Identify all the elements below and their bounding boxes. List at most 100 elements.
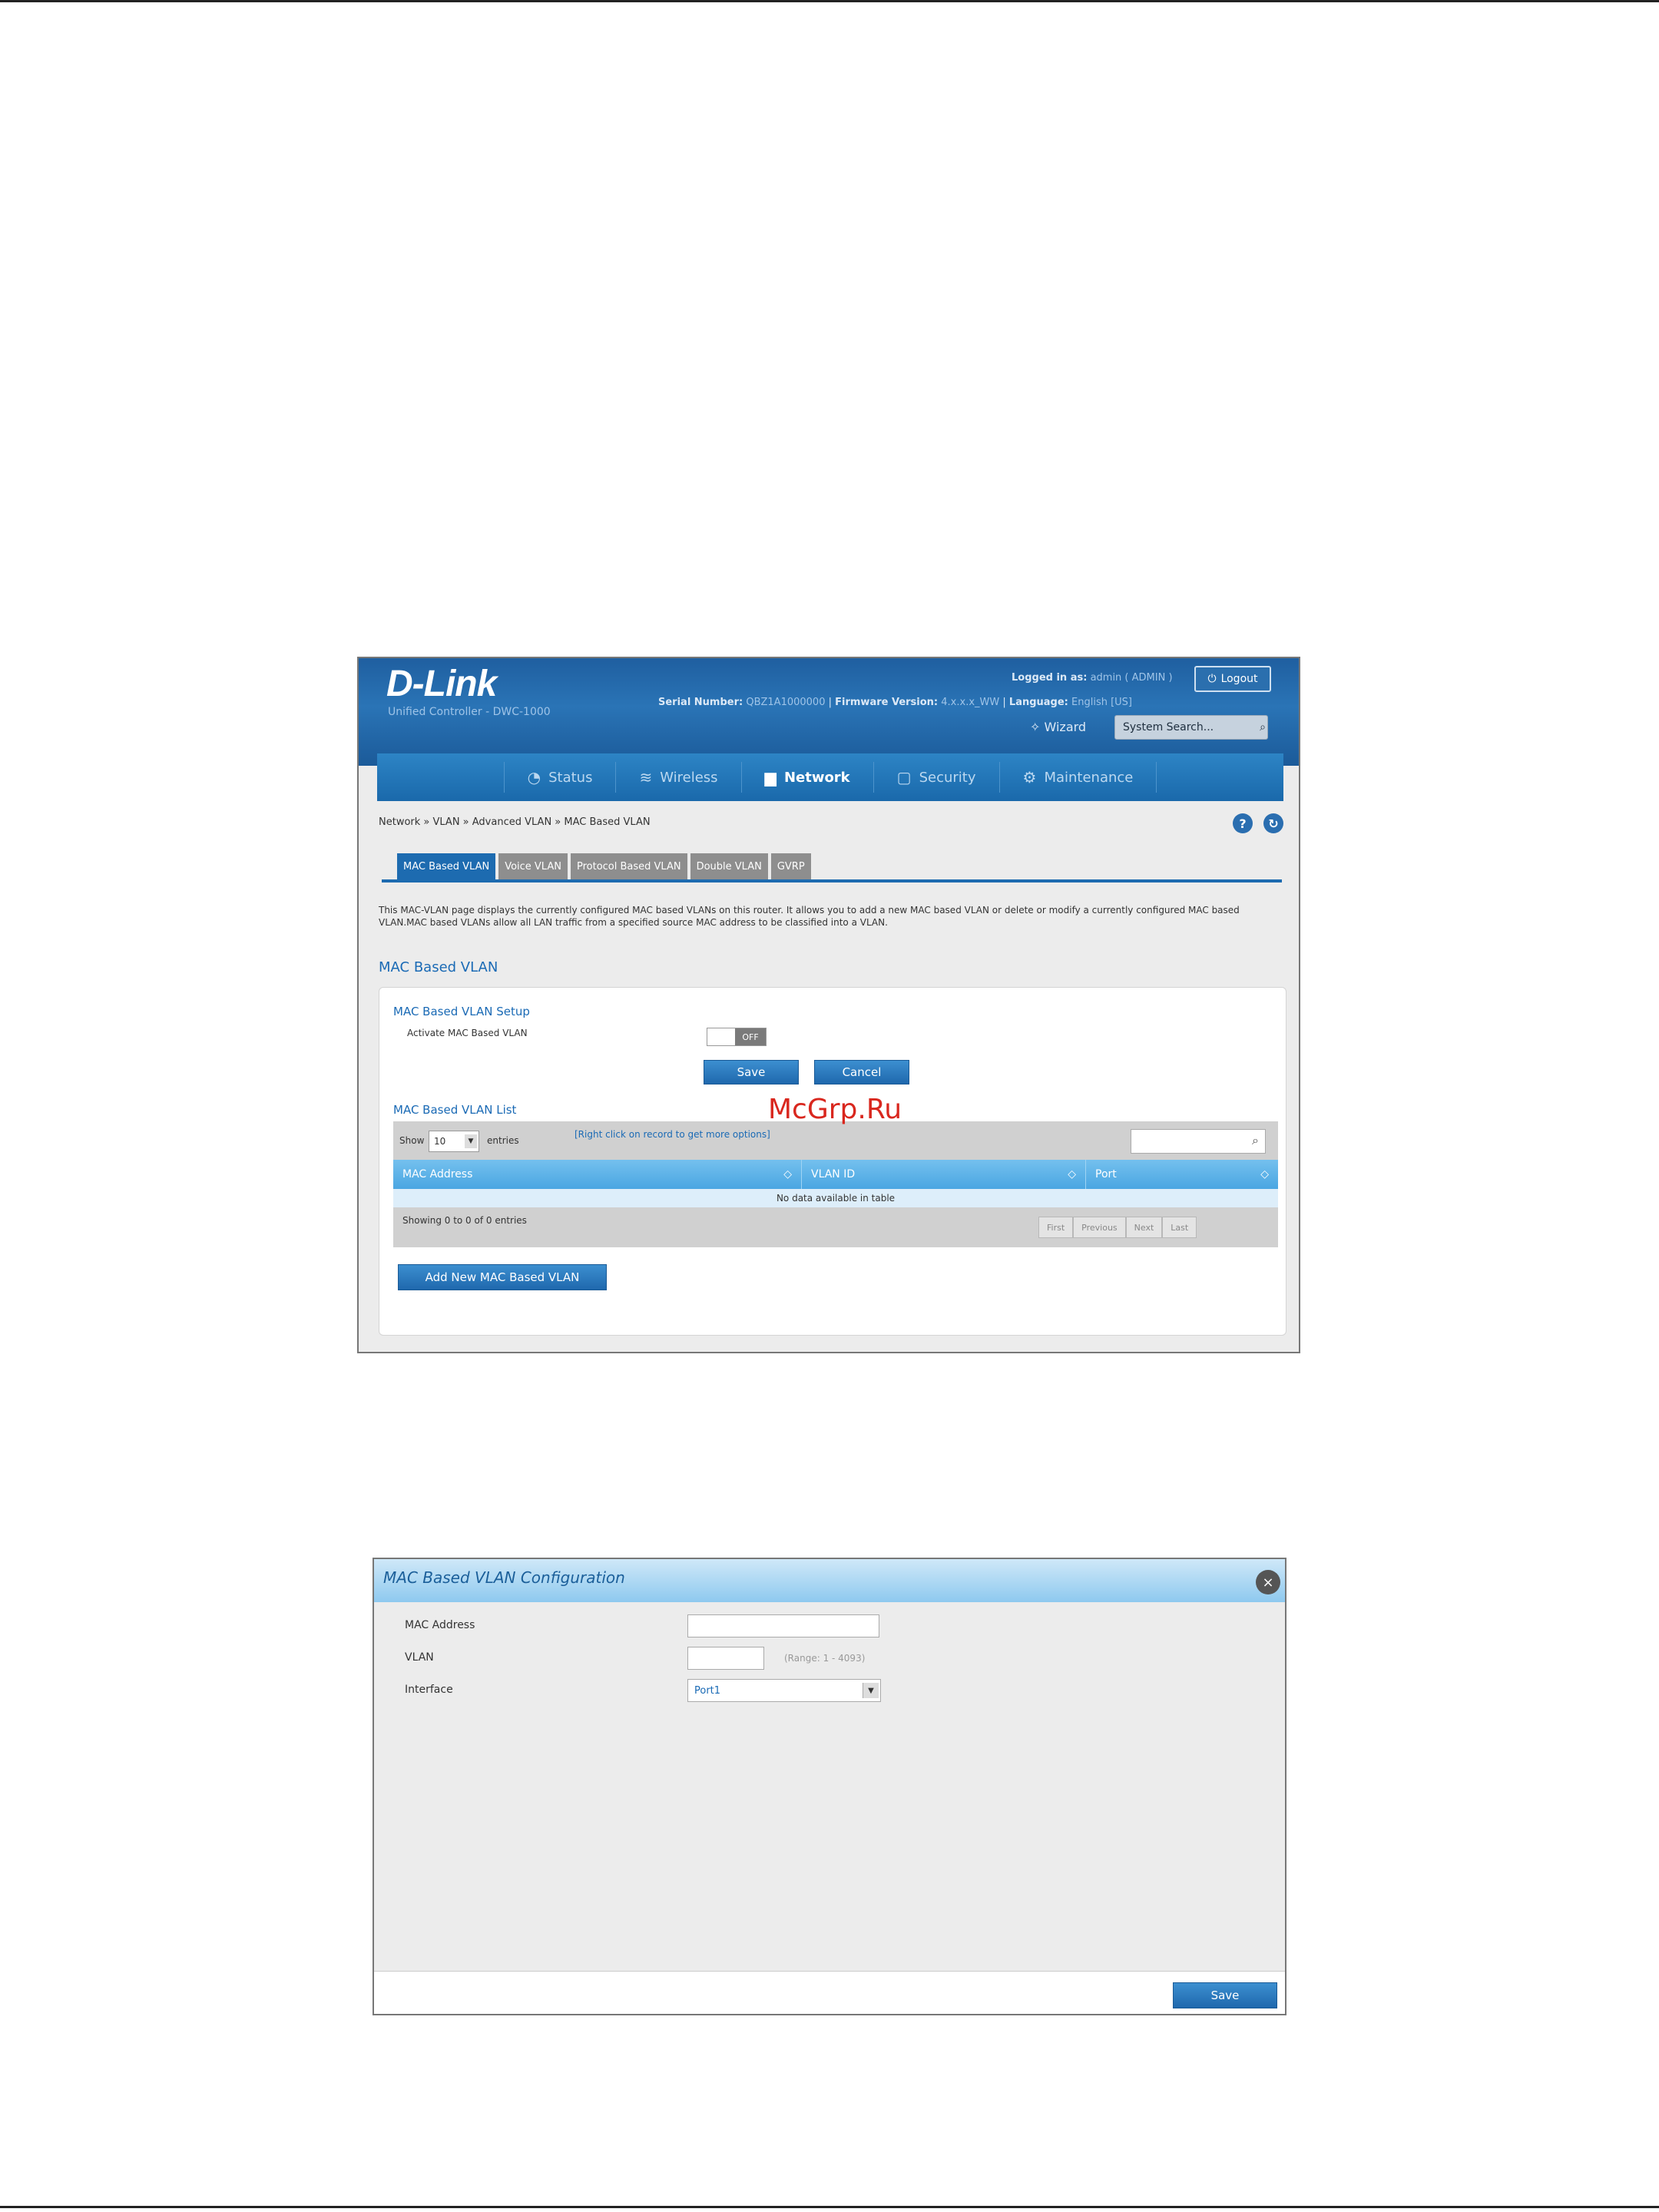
nav-security[interactable]: ▢ Security (873, 762, 999, 793)
column-vlan-id[interactable]: VLAN ID ◇ (802, 1160, 1086, 1189)
wifi-icon: ≋ (639, 768, 653, 786)
chevron-down-icon: ▼ (863, 1683, 879, 1698)
logout-button[interactable]: ⏻ Logout (1194, 666, 1271, 692)
toggle-on-side (707, 1028, 735, 1045)
tab-mac-based-vlan[interactable]: MAC Based VLAN (397, 853, 496, 879)
list-title: MAC Based VLAN List (393, 1103, 517, 1117)
vlan-range-hint: (Range: 1 - 4093) (784, 1653, 866, 1664)
product-subtitle: Unified Controller - DWC-1000 (388, 706, 551, 718)
sort-icon: ◇ (783, 1168, 792, 1181)
page-description: This MAC-VLAN page displays the currentl… (379, 905, 1240, 928)
empty-table-message: No data available in table (393, 1189, 1278, 1207)
dialog-title: MAC Based VLAN Configuration (383, 1568, 625, 1587)
logged-in-label: Logged in as: (1012, 672, 1088, 684)
activate-label: Activate MAC Based VLAN (407, 1028, 528, 1038)
table-footer: Showing 0 to 0 of 0 entries First Previo… (393, 1207, 1278, 1247)
column-label: MAC Address (402, 1168, 473, 1181)
search-placeholder: System Search... (1123, 721, 1214, 733)
show-label: Show (399, 1135, 425, 1146)
column-mac-address[interactable]: MAC Address ◇ (393, 1160, 802, 1189)
mac-address-label: MAC Address (405, 1619, 475, 1631)
setup-title: MAC Based VLAN Setup (393, 1005, 530, 1018)
add-mac-vlan-button[interactable]: Add New MAC Based VLAN (398, 1264, 607, 1290)
wizard-link[interactable]: ✧ Wizard (1030, 720, 1086, 734)
chevron-down-icon: ▼ (465, 1134, 477, 1148)
close-icon[interactable]: × (1256, 1570, 1280, 1594)
column-port[interactable]: Port ◇ (1086, 1160, 1278, 1189)
language-label: Language: (1008, 697, 1068, 708)
table-toolbar: Show 10 ▼ entries [Right click on record… (393, 1121, 1278, 1160)
top-rule (0, 0, 1659, 2)
gauge-icon: ◔ (527, 768, 541, 786)
main-nav: ◔ Status ≋ Wireless ▆ Network ▢ Security… (377, 753, 1283, 801)
entries-value: 10 (434, 1136, 446, 1147)
tab-gvrp[interactable]: GVRP (770, 853, 811, 879)
lock-icon: ▢ (896, 768, 912, 786)
cancel-button[interactable]: Cancel (814, 1060, 909, 1084)
language-selector[interactable]: English [US] (1071, 697, 1132, 708)
tab-double-vlan[interactable]: Double VLAN (690, 853, 768, 879)
mac-address-input[interactable] (687, 1614, 879, 1637)
table-search-input[interactable]: ⌕ (1131, 1129, 1266, 1154)
table-hint: [Right click on record to get more optio… (575, 1129, 770, 1140)
content-panel: MAC Based VLAN Setup Activate MAC Based … (379, 987, 1286, 1336)
nav-label: Maintenance (1044, 769, 1134, 786)
entries-select[interactable]: 10 ▼ (429, 1131, 479, 1152)
nav-label: Security (919, 769, 976, 786)
nav-label: Wireless (660, 769, 718, 786)
interface-value: Port1 (694, 1684, 721, 1697)
mac-vlan-config-dialog-screenshot: MAC Based VLAN Configuration × MAC Addre… (373, 1558, 1286, 2015)
help-icon[interactable]: ? (1233, 813, 1253, 833)
nav-wireless[interactable]: ≋ Wireless (615, 762, 740, 793)
refresh-icon[interactable]: ↻ (1263, 813, 1283, 833)
pager-last[interactable]: Last (1162, 1217, 1197, 1238)
vlan-label: VLAN (405, 1651, 434, 1664)
bottom-rule (0, 2206, 1659, 2208)
dialog-footer: Save (374, 1971, 1285, 2014)
sort-icon: ◇ (1068, 1168, 1076, 1181)
wizard-label: Wizard (1044, 720, 1087, 734)
nav-network[interactable]: ▆ Network (740, 762, 873, 793)
column-label: Port (1095, 1168, 1117, 1181)
monitor-icon: ▆ (764, 768, 777, 786)
interface-select[interactable]: Port1 ▼ (687, 1679, 881, 1702)
wand-icon: ✧ (1030, 720, 1041, 734)
nav-status[interactable]: ◔ Status (503, 762, 616, 793)
section-title: MAC Based VLAN (379, 959, 498, 975)
pager-previous[interactable]: Previous (1073, 1217, 1126, 1238)
search-icon: ⌕ (1252, 1133, 1259, 1147)
sort-icon: ◇ (1260, 1168, 1269, 1181)
table-info: Showing 0 to 0 of 0 entries (402, 1215, 527, 1226)
breadcrumb: Network » VLAN » Advanced VLAN » MAC Bas… (379, 816, 651, 828)
tab-voice-vlan[interactable]: Voice VLAN (498, 853, 568, 879)
dlink-logo: D-Link (386, 664, 497, 704)
divider: | (1002, 697, 1009, 708)
tab-underline (382, 879, 1282, 882)
save-button[interactable]: Save (704, 1060, 799, 1084)
activate-toggle[interactable]: OFF (707, 1028, 767, 1046)
watermark-text: McGrp.Ru (768, 1094, 902, 1125)
search-icon: ⌕ (1260, 721, 1266, 733)
dialog-save-button[interactable]: Save (1173, 1982, 1277, 2008)
logout-label: Logout (1220, 673, 1258, 685)
serial-value: QBZ1A1000000 (746, 697, 826, 708)
pager-first[interactable]: First (1038, 1217, 1074, 1238)
tab-protocol-based-vlan[interactable]: Protocol Based VLAN (570, 853, 687, 879)
logged-in-info: Logged in as: admin ( ADMIN ) (1012, 672, 1173, 684)
entries-label: entries (487, 1135, 519, 1146)
column-label: VLAN ID (811, 1168, 856, 1181)
firmware-label: Firmware Version: (835, 697, 939, 708)
pagination: First Previous Next Last (1038, 1217, 1197, 1238)
pager-next[interactable]: Next (1125, 1217, 1163, 1238)
interface-label: Interface (405, 1684, 453, 1696)
nav-label: Network (783, 769, 850, 786)
logged-in-user[interactable]: admin ( ADMIN ) (1091, 672, 1173, 684)
vlan-input[interactable] (687, 1647, 764, 1670)
nav-label: Status (548, 769, 593, 786)
nav-maintenance[interactable]: ⚙ Maintenance (998, 762, 1157, 793)
table-header: MAC Address ◇ VLAN ID ◇ Port ◇ (393, 1160, 1278, 1189)
power-icon: ⏻ (1207, 673, 1217, 685)
firmware-value: 4.x.x.x_WW (941, 697, 1000, 708)
system-search-input[interactable]: System Search... ⌕ (1114, 715, 1268, 740)
tab-bar: MAC Based VLAN Voice VLAN Protocol Based… (397, 853, 811, 879)
